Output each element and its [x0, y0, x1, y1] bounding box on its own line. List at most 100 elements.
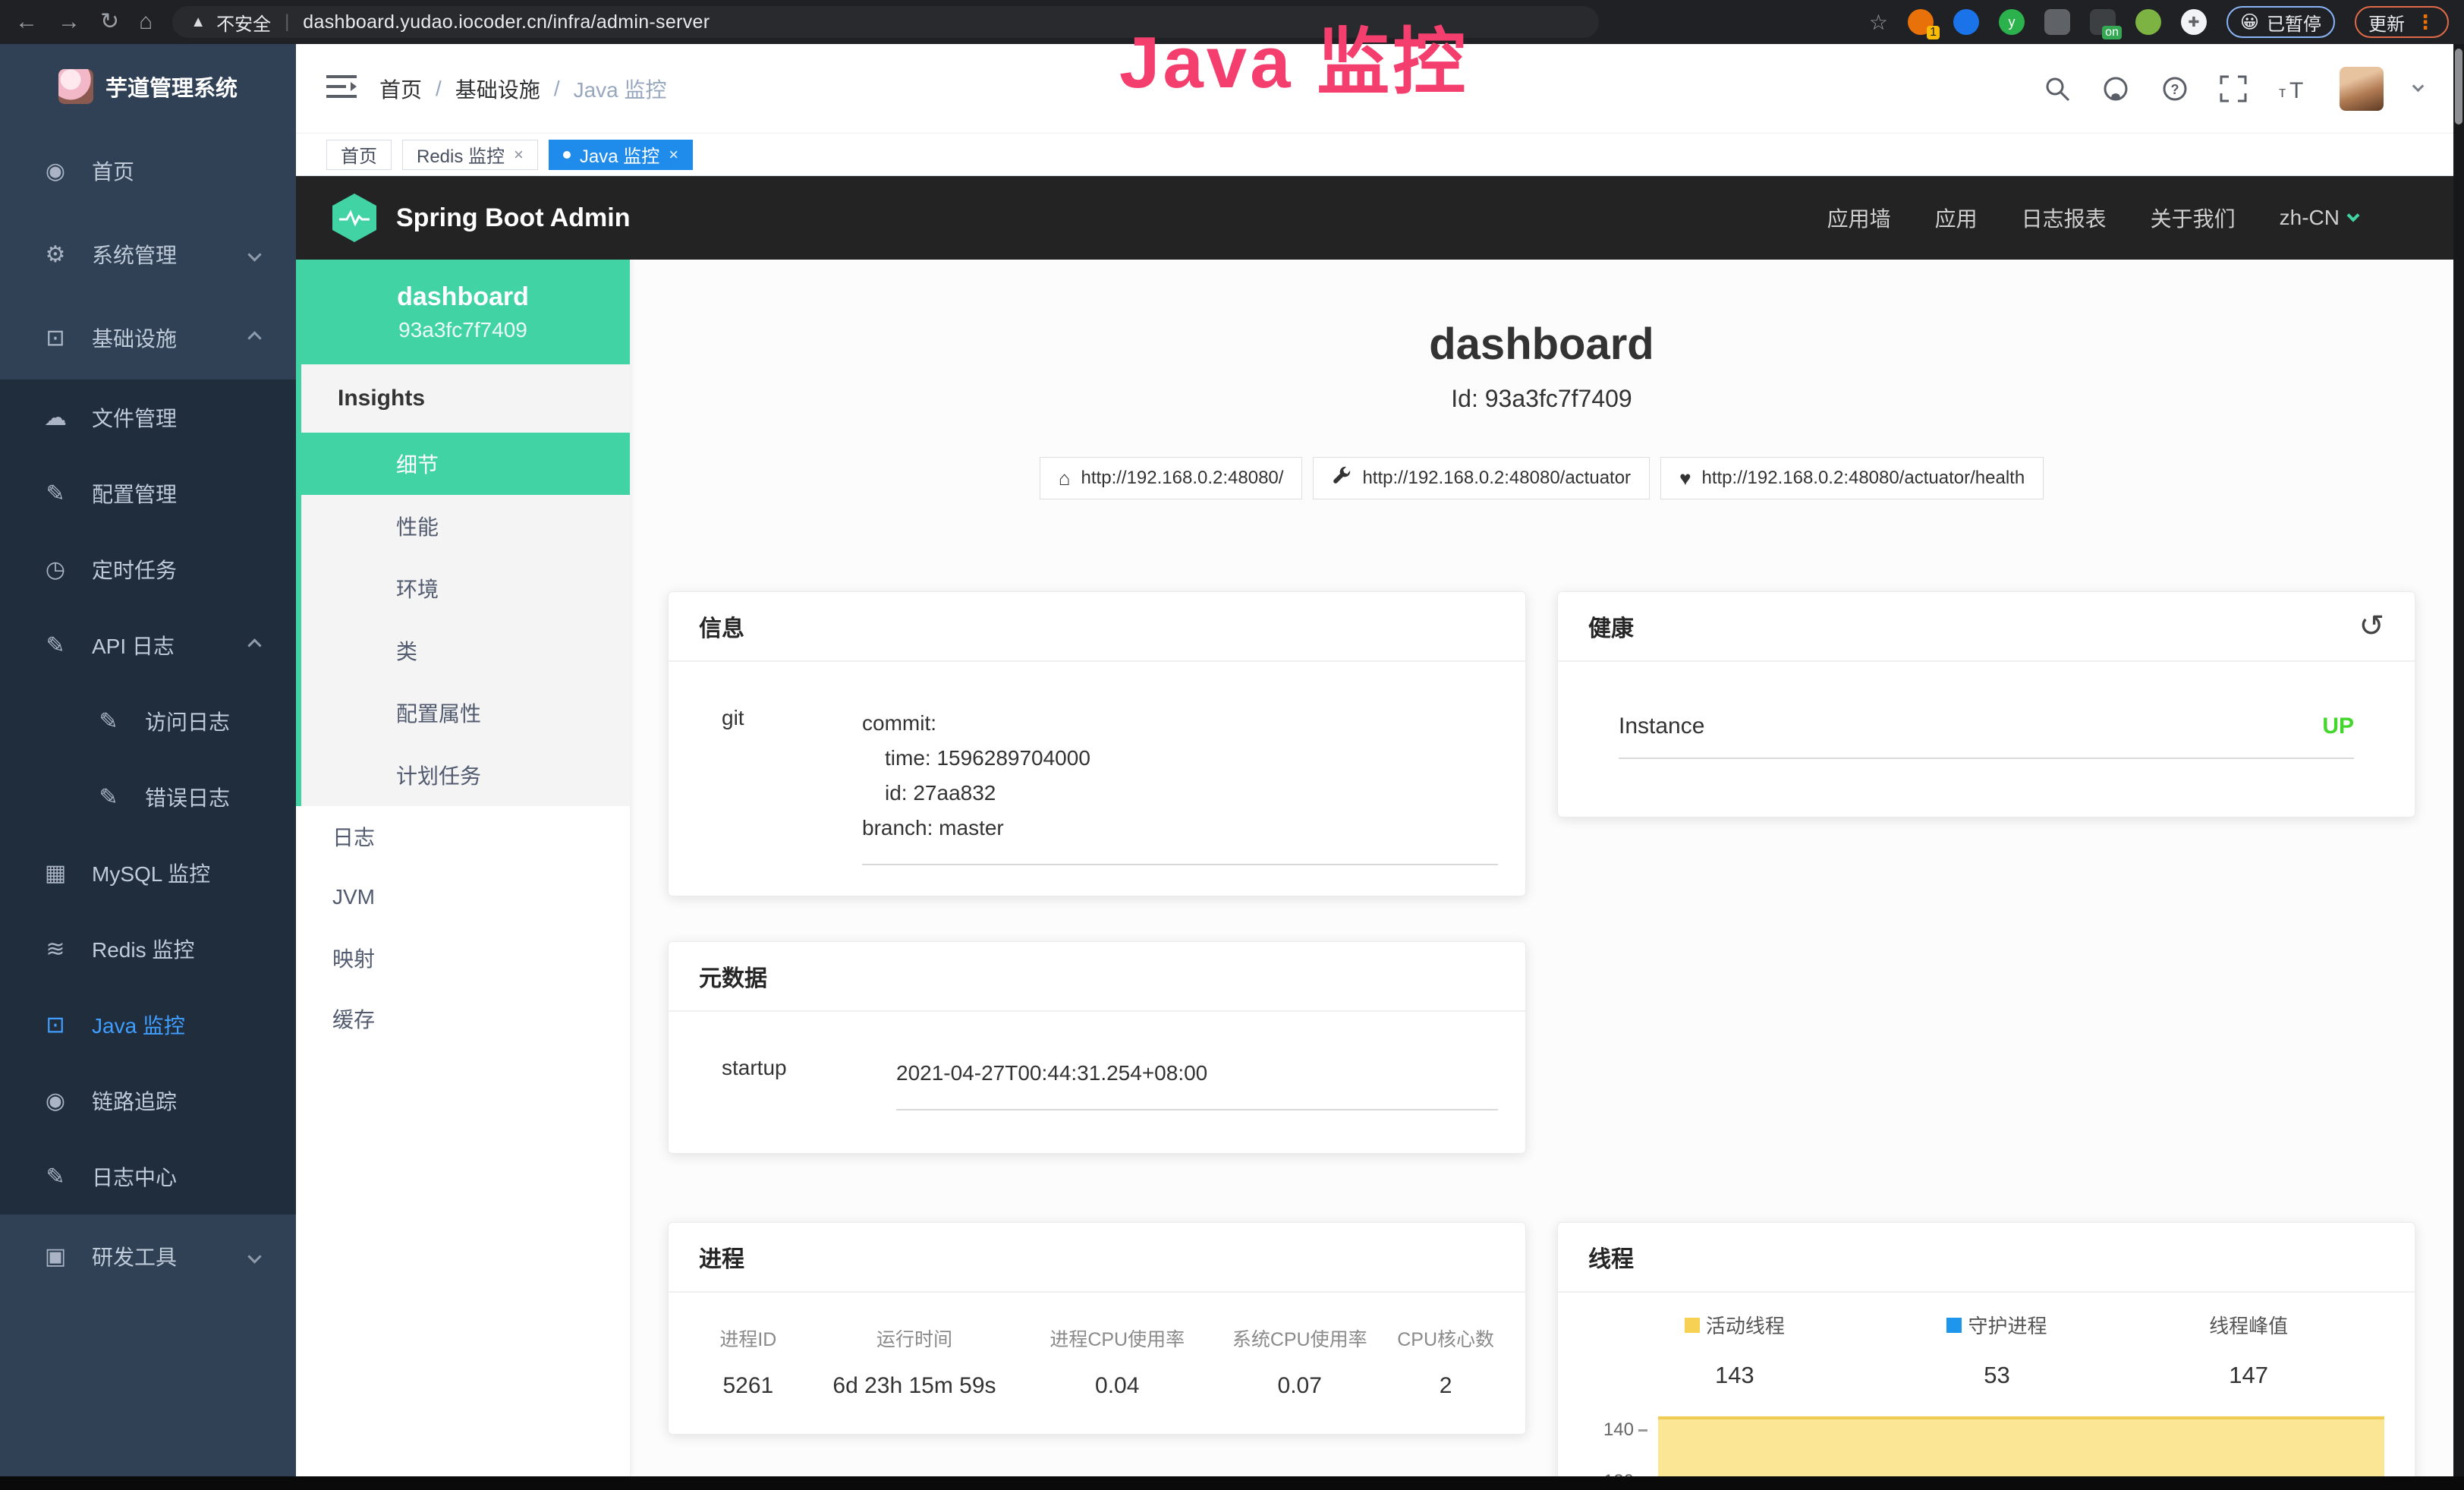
sidebar-item-log-center[interactable]: ✎日志中心	[0, 1139, 296, 1214]
close-icon[interactable]: ×	[514, 145, 524, 165]
sidebar-item-tracing[interactable]: ◉链路追踪	[0, 1063, 296, 1139]
menu-item-classes[interactable]: 类	[301, 619, 630, 682]
menu-item-scheduled-tasks[interactable]: 计划任务	[301, 744, 630, 806]
sba-nav-wall[interactable]: 应用墙	[1827, 203, 1891, 233]
history-icon[interactable]: ↺	[2359, 609, 2384, 644]
actuator-url-button[interactable]: http://192.168.0.2:48080/actuator	[1313, 457, 1650, 499]
edit-icon: ✎	[42, 1164, 69, 1190]
sidebar-item-access-logs[interactable]: ✎访问日志	[0, 683, 296, 759]
sba-language-select[interactable]: zh-CN	[2280, 206, 2358, 230]
process-card-body: 进程ID 运行时间 进程CPU使用率 系统CPU使用率 CPU核心数 5261 …	[669, 1293, 1525, 1399]
extension-icon-pin[interactable]	[1953, 9, 1979, 35]
legend-live-threads: 活动线程 143	[1685, 1311, 1785, 1389]
sidebar-item-infra[interactable]: ⊡ 基础设施	[0, 296, 296, 380]
menu-item-logs[interactable]: 日志	[296, 806, 630, 867]
y-tick-120: 120	[1603, 1471, 1634, 1476]
menu-item-environment[interactable]: 环境	[301, 557, 630, 619]
sidebar-item-dev-tools[interactable]: ▣ 研发工具	[0, 1214, 296, 1298]
legend-swatch-yellow	[1685, 1318, 1700, 1333]
breadcrumb-home[interactable]: 首页	[379, 74, 422, 104]
extension-icon-grid[interactable]	[2044, 9, 2070, 35]
fullscreen-icon[interactable]	[2220, 75, 2247, 102]
sidebar-item-scheduled-tasks[interactable]: ◷定时任务	[0, 531, 296, 607]
health-url: http://192.168.0.2:48080/actuator/health	[1702, 468, 2025, 489]
sba-nav-about[interactable]: 关于我们	[2151, 203, 2236, 233]
not-secure-warning-icon[interactable]: ▲	[190, 14, 206, 31]
font-size-icon[interactable]: тT	[2277, 75, 2309, 102]
sba-brand-title[interactable]: Spring Boot Admin	[396, 203, 630, 233]
extension-icon-tampermonkey[interactable]: on	[2090, 9, 2116, 35]
kebab-menu-icon[interactable]: ⋮	[2415, 11, 2435, 34]
home-icon[interactable]: ⌂	[139, 11, 153, 33]
breadcrumb-infra[interactable]: 基础设施	[455, 74, 540, 104]
avatar-caret-icon[interactable]	[2412, 80, 2425, 93]
sidebar-item-label: Redis 监控	[92, 934, 194, 964]
hamburger-icon[interactable]	[326, 74, 357, 103]
menu-item-config-props[interactable]: 配置属性	[301, 682, 630, 744]
process-table-values: 5261 6d 23h 15m 59s 0.04 0.07 2	[691, 1373, 1503, 1399]
sidebar-item-home[interactable]: ◉ 首页	[0, 129, 296, 213]
health-url-button[interactable]: ♥http://192.168.0.2:48080/actuator/healt…	[1660, 457, 2044, 499]
menu-item-caches[interactable]: 缓存	[296, 988, 630, 1049]
url-text[interactable]: dashboard.yudao.iocoder.cn/infra/admin-s…	[303, 11, 710, 33]
live-threads-value: 143	[1685, 1362, 1785, 1389]
extension-icon-y[interactable]: y	[1999, 9, 2025, 35]
not-secure-label: 不安全	[216, 9, 271, 36]
reload-icon[interactable]: ↻	[100, 11, 119, 33]
extension-icon-orange[interactable]: 1	[1908, 9, 1934, 35]
sidebar-item-redis-monitor[interactable]: ≋Redis 监控	[0, 911, 296, 987]
extensions-puzzle-icon[interactable]: ✚	[2181, 9, 2207, 35]
tab-home[interactable]: 首页	[326, 140, 392, 170]
edit-icon: ✎	[95, 784, 122, 811]
github-icon[interactable]	[2101, 74, 2130, 103]
chrome-update-button[interactable]: 更新 ⋮	[2355, 6, 2449, 38]
sba-navbar: Spring Boot Admin 应用墙 应用 日志报表 关于我们 zh-CN	[296, 176, 2464, 260]
help-icon[interactable]: ?	[2160, 74, 2189, 103]
back-icon[interactable]: ←	[15, 11, 38, 33]
menu-item-metrics[interactable]: 性能	[301, 495, 630, 557]
close-icon[interactable]: ×	[669, 145, 678, 165]
page-title: dashboard	[630, 319, 2453, 370]
sba-nav-journal[interactable]: 日志报表	[2022, 203, 2107, 233]
service-url-button[interactable]: ⌂http://192.168.0.2:48080/	[1040, 457, 1303, 499]
scrollbar-thumb[interactable]	[2455, 49, 2462, 124]
menu-item-details[interactable]: 细节	[301, 433, 630, 495]
tab-redis-monitor[interactable]: Redis 监控×	[402, 140, 538, 170]
bookmark-star-icon[interactable]: ☆	[1869, 10, 1888, 35]
page-scrollbar[interactable]	[2453, 44, 2464, 1490]
menu-item-jvm[interactable]: JVM	[296, 867, 630, 928]
profile-paused-chip[interactable]: 😀 已暂停	[2226, 6, 2335, 38]
dashboard-icon: ◉	[42, 158, 69, 184]
brand-title: 芋道管理系统	[105, 71, 238, 102]
sidebar-item-api-logs[interactable]: ✎API 日志	[0, 607, 296, 683]
insights-group-header[interactable]: Insights	[301, 364, 630, 433]
sidebar-item-label: 错误日志	[145, 782, 230, 812]
brand[interactable]: 芋道管理系统	[0, 44, 296, 129]
sidebar-item-error-logs[interactable]: ✎ 错误日志	[0, 759, 296, 835]
chevron-up-icon	[247, 638, 261, 652]
menu-item-mappings[interactable]: 映射	[296, 928, 630, 988]
sidebar-item-label: 访问日志	[145, 706, 230, 736]
daemon-threads-value: 53	[1946, 1362, 2047, 1389]
sba-nav-applications[interactable]: 应用	[1935, 203, 1978, 233]
sidebar-item-label: API 日志	[92, 630, 175, 660]
tab-java-monitor[interactable]: Java 监控×	[549, 140, 693, 170]
active-tab-dot	[563, 151, 571, 159]
sba-nav: 应用墙 应用 日志报表 关于我们 zh-CN	[1827, 203, 2358, 233]
search-icon[interactable]	[2044, 75, 2071, 102]
sba-logo-icon[interactable]	[332, 194, 376, 242]
sidebar-item-mysql-monitor[interactable]: ▦MySQL 监控	[0, 835, 296, 911]
instance-header[interactable]: dashboard 93a3fc7f7409	[296, 260, 630, 364]
card-title: 元数据	[699, 959, 767, 993]
extension-icon-leaf[interactable]	[2135, 9, 2161, 35]
sidebar-item-system[interactable]: ⚙ 系统管理	[0, 213, 296, 296]
legend-label: 守护进程	[1968, 1311, 2047, 1339]
timer-icon: ◷	[42, 556, 69, 583]
forward-icon[interactable]: →	[58, 11, 80, 33]
sidebar-item-config-mgmt[interactable]: ✎配置管理	[0, 455, 296, 531]
user-avatar[interactable]	[2340, 67, 2384, 111]
sidebar-item-file-mgmt[interactable]: ☁文件管理	[0, 380, 296, 455]
sidebar-item-java-monitor[interactable]: ⊡Java 监控	[0, 987, 296, 1063]
health-row[interactable]: Instance UP	[1619, 713, 2354, 739]
system-cpu-value: 0.07	[1210, 1373, 1389, 1399]
